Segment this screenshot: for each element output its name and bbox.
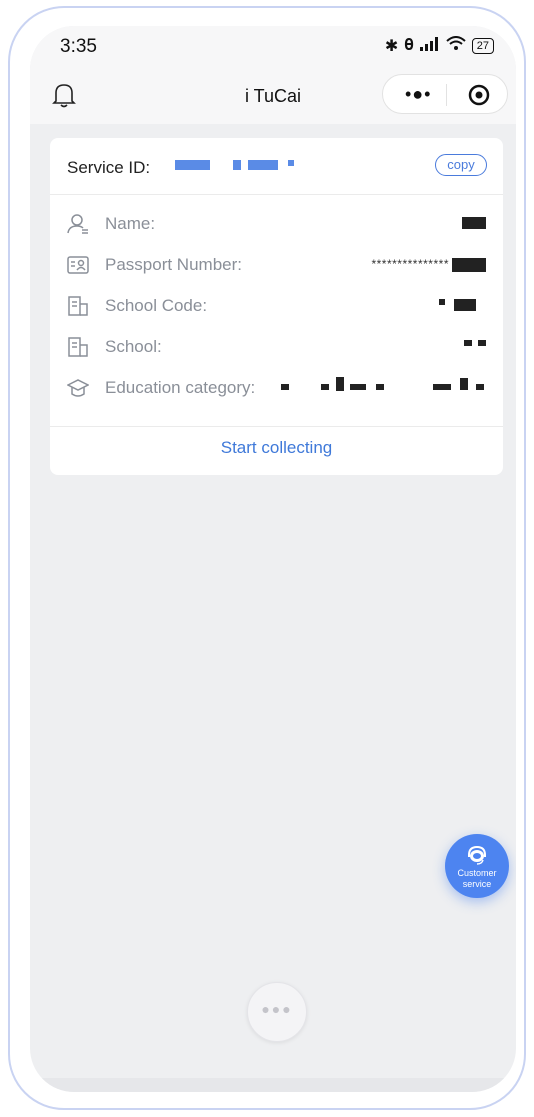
info-card: Service ID: copy Name: Passport Number: …	[50, 138, 503, 475]
school-value-part	[464, 340, 472, 346]
floating-more-button[interactable]: ●●●	[247, 982, 307, 1042]
school-value	[478, 340, 486, 346]
education-value	[281, 384, 289, 390]
name-label: Name:	[105, 214, 156, 233]
copy-button[interactable]: copy	[435, 154, 487, 176]
passport-value: ***************	[371, 257, 449, 271]
graduation-cap-icon	[66, 377, 90, 404]
education-value-part	[336, 377, 344, 391]
signal-icon	[419, 36, 440, 56]
capsule-divider	[446, 84, 447, 106]
education-value-part	[460, 378, 468, 390]
home-indicator-bar	[30, 1078, 516, 1092]
education-row: Education category:	[50, 371, 503, 407]
mini-program-capsule: •●•	[382, 74, 508, 114]
education-label: Education category:	[105, 378, 256, 397]
close-target-icon[interactable]	[468, 84, 490, 111]
passport-row: Passport Number: ***************	[50, 248, 503, 284]
customer-service-label: Customer service	[457, 868, 497, 889]
customer-service-button[interactable]: Customer service	[445, 834, 509, 898]
phone-screen: 3:35 ✱ 𝛉 27 i TuCai •●• Service ID: copy…	[30, 26, 516, 1092]
passport-value-mask	[452, 258, 486, 272]
school-row: School:	[50, 330, 503, 366]
education-value-part	[433, 384, 451, 390]
bluetooth-icon: ✱	[384, 38, 399, 55]
service-id-row: Service ID: copy	[50, 138, 503, 195]
service-id-label: Service ID:	[67, 158, 151, 177]
service-id-value-part	[248, 160, 278, 170]
headset-icon	[468, 845, 486, 865]
status-time: 3:35	[60, 36, 97, 57]
nav-bar: i TuCai •●•	[30, 68, 516, 124]
battery-icon: 27	[471, 38, 494, 54]
earbuds-icon: 𝛉	[404, 37, 414, 54]
school-code-value	[454, 299, 476, 311]
ellipsis-icon: ●●●	[261, 1001, 293, 1017]
building-icon	[67, 295, 89, 322]
school-code-label: School Code:	[105, 296, 208, 315]
building-icon	[67, 336, 89, 363]
more-menu-icon[interactable]: •●•	[405, 85, 431, 103]
education-value-part	[321, 384, 329, 390]
service-id-value-part	[288, 160, 294, 166]
service-id-value	[175, 160, 210, 170]
start-collecting-button[interactable]: Start collecting	[50, 438, 503, 458]
id-card-icon	[67, 254, 89, 281]
name-value	[462, 217, 486, 229]
school-code-row: School Code:	[50, 289, 503, 325]
person-icon	[67, 213, 89, 240]
school-code-value-part	[439, 299, 445, 305]
name-row: Name:	[50, 207, 503, 243]
service-id-value-part	[233, 160, 241, 170]
school-label: School:	[105, 337, 162, 356]
education-value-part	[476, 384, 484, 390]
education-value-part	[376, 384, 384, 390]
status-icons: ✱ 𝛉 27	[385, 36, 494, 56]
wifi-icon	[446, 36, 466, 56]
passport-label: Passport Number:	[105, 255, 242, 274]
status-bar: 3:35 ✱ 𝛉 27	[30, 26, 516, 68]
card-divider	[50, 426, 503, 427]
education-value-part	[350, 384, 366, 390]
